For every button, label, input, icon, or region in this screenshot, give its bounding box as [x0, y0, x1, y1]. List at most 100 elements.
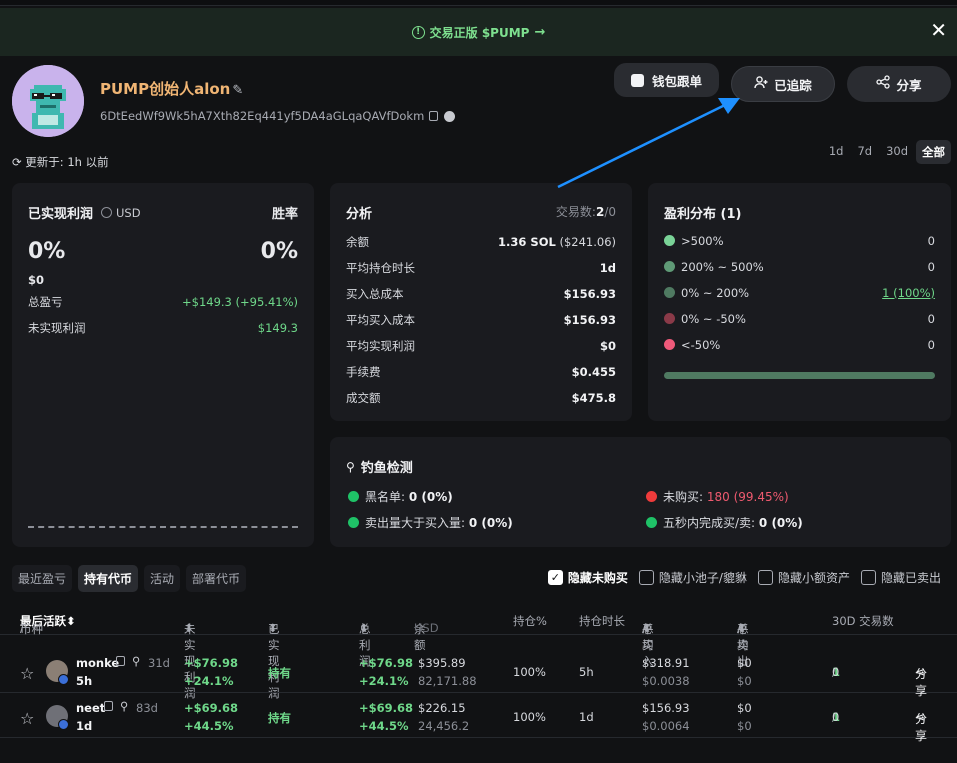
chain-badge-icon — [58, 674, 69, 685]
checkbox-checked[interactable]: ✓ — [547, 570, 563, 585]
token-name[interactable]: neet — [76, 701, 105, 715]
sell-total: $0 — [737, 656, 752, 670]
distribution-row: <-50% 0 — [664, 338, 935, 352]
token-name[interactable]: monke — [76, 656, 119, 670]
analysis-row: 平均实现利润 $0 — [346, 338, 616, 354]
filter-hide-small-pool[interactable]: 隐藏小池子/貔貅 — [638, 569, 747, 586]
currency-label: USD — [116, 205, 141, 220]
filter-hide-small-assets[interactable]: 隐藏小额资产 — [757, 569, 850, 586]
unrealized-pct: +44.5% — [184, 719, 234, 733]
token-age: 31d — [148, 656, 170, 670]
currency-icon: ⊜ — [414, 621, 424, 635]
phishing-item: 未购买: 180 (99.45%) — [646, 488, 789, 505]
distribution-row: 0% ~ 200% 1 (100%) — [664, 286, 935, 300]
analysis-row-label: 平均持仓时长 — [346, 261, 415, 275]
distribution-dot-icon — [664, 339, 675, 350]
checkbox[interactable] — [860, 570, 876, 585]
share-label: 分享 — [896, 77, 922, 93]
fishhook-icon: ⚲ — [346, 459, 355, 474]
distribution-value-link[interactable]: 1 (100%) — [882, 286, 935, 300]
period-1d[interactable]: 1d — [823, 140, 850, 164]
distribution-dot-icon — [664, 235, 675, 246]
filter-checkboxes: ✓ 隐藏未购买 隐藏小池子/貔貅 隐藏小额资产 隐藏已卖出 — [547, 569, 941, 586]
search-icon[interactable]: ⚲ — [132, 654, 140, 668]
phishing-title-text: 钓鱼检测 — [360, 461, 413, 476]
distribution-bar — [664, 372, 935, 379]
distribution-value: 0 — [927, 338, 935, 352]
analysis-card: 分析 交易数:2/0 余额 1.36 SOL ($241.06) 平均持仓时长 … — [330, 183, 632, 421]
updated-status[interactable]: ⟳ 更新于: 1h 以前 — [12, 154, 109, 170]
tab-recent-pnl[interactable]: 最近盈亏 — [12, 565, 73, 592]
period-all[interactable]: 全部 — [916, 140, 951, 164]
balance-amount: 24,456.2 — [418, 719, 470, 733]
col-hold-time[interactable]: 持仓时长 — [579, 613, 625, 629]
trades-label: 交易数: — [555, 205, 596, 219]
phishing-item-label: 黑名单: — [365, 490, 406, 504]
filter-hide-not-bought[interactable]: ✓ 隐藏未购买 — [547, 569, 628, 586]
arrow-right-icon: → — [534, 24, 546, 40]
tab-activity[interactable]: 活动 — [144, 565, 181, 592]
promo-banner[interactable]: ! 交易正版 $PUMP → — [0, 8, 957, 56]
analysis-row-label: 余额 — [346, 235, 369, 249]
filter-label: 隐藏小额资产 — [777, 571, 850, 585]
filter-hide-sold[interactable]: 隐藏已卖出 — [860, 569, 941, 586]
trades-sell: 0 — [608, 205, 616, 219]
table-row[interactable]: ☆ neet ⚲ 83d 1d +$69.68 +44.5% 持有 +$69.6… — [0, 697, 957, 743]
checkbox[interactable] — [757, 570, 773, 585]
phishing-item-label: 未购买: — [663, 490, 704, 504]
search-icon[interactable]: ⚲ — [120, 699, 128, 713]
holding-pct: 100% — [513, 665, 546, 679]
distribution-label: 0% ~ -50% — [681, 312, 746, 326]
pencil-icon[interactable]: ✎ — [232, 83, 243, 98]
copy-icon[interactable] — [429, 111, 439, 121]
sell-total: $0 — [737, 701, 752, 715]
star-icon[interactable]: ☆ — [20, 709, 34, 728]
distribution-row: 200% ~ 500% 0 — [664, 260, 935, 274]
currency-toggle[interactable]: USD — [101, 206, 141, 220]
star-icon[interactable]: ☆ — [20, 664, 34, 683]
phishing-item-value: 180 (99.45%) — [706, 490, 789, 504]
phishing-item: 五秒内完成买/卖: 0 (0%) — [646, 514, 803, 531]
refresh-icon: ⟳ — [12, 155, 22, 169]
profile-name-text: PUMP创始人alon — [100, 80, 231, 98]
analysis-row-value: $0.455 — [571, 365, 616, 379]
row-share-label: 分享 — [915, 667, 928, 698]
analysis-row-label: 平均实现利润 — [346, 339, 415, 353]
analysis-title: 分析 — [346, 207, 373, 222]
distribution-dot-icon — [664, 313, 675, 324]
tab-holdings[interactable]: 持有代币 — [78, 565, 139, 592]
table-row[interactable]: ☆ monke ⚲ 31d 5h +$76.98 +24.1% 持有 +$76.… — [0, 652, 957, 698]
followed-button[interactable]: 已追踪 — [731, 66, 835, 102]
analysis-row-label: 成交额 — [346, 391, 381, 405]
distribution-label: 200% ~ 500% — [681, 260, 764, 274]
last-active: 5h — [76, 674, 93, 688]
phishing-title: ⚲ 钓鱼检测 — [346, 457, 413, 477]
close-icon[interactable]: ✕ — [930, 20, 947, 40]
checkbox[interactable] — [638, 570, 654, 585]
total-pct: +24.1% — [359, 674, 409, 688]
total-pnl-value: +$149.3 (+95.41%) — [182, 295, 298, 309]
distribution-label: 0% ~ 200% — [681, 286, 750, 300]
period-7d[interactable]: 7d — [851, 140, 878, 164]
tx-sell: 0 — [832, 710, 840, 724]
period-30d[interactable]: 30d — [880, 140, 914, 164]
holdings-table-header: 币种 / 最后活跃⬍ 未实现利润 ⬍ 已实现利润 ⬍ 总利润 ⬍ 余额 USD ⊜ 持… — [0, 605, 957, 700]
status-dot-icon — [646, 491, 657, 502]
pnl-title: 已实现利润 USD — [28, 203, 141, 223]
col-30d-tx[interactable]: 30D 交易数 — [832, 613, 894, 629]
wallet-follow-button[interactable]: 钱包跟单 — [614, 63, 719, 97]
sell-avg: $0 — [737, 674, 752, 688]
solana-icon[interactable] — [444, 110, 456, 122]
winrate-label: 胜率 — [271, 207, 298, 222]
col-holding-pct[interactable]: 持仓% — [513, 613, 547, 629]
sort-icon: ⬍ — [359, 621, 369, 635]
analysis-row: 手续费 $0.455 — [346, 364, 616, 380]
share-button[interactable]: 分享 — [847, 66, 951, 102]
col-token[interactable]: 币种 / 最后活跃⬍ — [20, 613, 76, 636]
unrealized-value: $149.3 — [257, 321, 298, 335]
tab-deployed[interactable]: 部署代币 — [186, 565, 247, 592]
phishing-item: 黑名单: 0 (0%) — [348, 488, 453, 505]
realized-status: 持有 — [268, 711, 291, 725]
distribution-label: >500% — [681, 234, 724, 248]
analysis-row: 平均买入成本 $156.93 — [346, 312, 616, 328]
